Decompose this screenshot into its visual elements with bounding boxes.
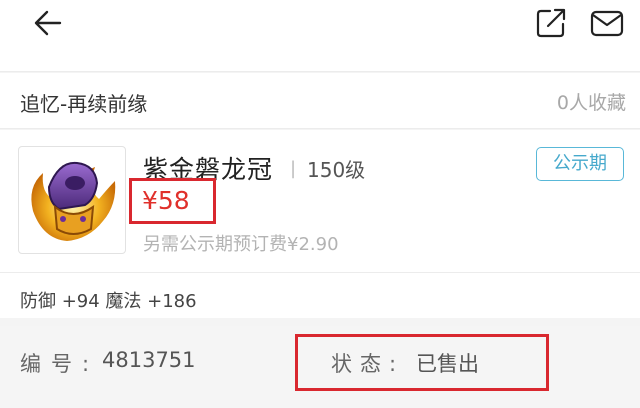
id-value: 4813751	[102, 348, 196, 372]
item-attributes: 防御 +94 魔法 +186	[20, 291, 197, 312]
status-value: 已售出	[416, 352, 479, 376]
attributes-row: 防御 +94 魔法 +186	[0, 272, 640, 318]
item-level: 150级	[307, 158, 366, 182]
id-label: 编号:	[20, 352, 100, 376]
public-phase-badge[interactable]: 公示期	[536, 147, 624, 181]
back-button[interactable]	[28, 6, 72, 42]
server-name: 追忆-再续前缘	[20, 92, 148, 116]
server-row: 追忆-再续前缘 0人收藏	[0, 73, 640, 129]
name-level-separator: |	[290, 158, 297, 179]
favorites-count[interactable]: 0人收藏	[557, 88, 626, 115]
item-card[interactable]: 紫金磐龙冠 | 150级 公示期 ¥58 另需公示期预订费¥2.90	[0, 130, 640, 272]
mail-icon	[590, 10, 624, 37]
mail-button[interactable]	[589, 6, 625, 40]
share-button[interactable]	[534, 6, 570, 40]
status-label: 状态:	[331, 352, 405, 376]
top-nav-bar	[0, 0, 640, 72]
item-detail-page: 追忆-再续前缘 0人收藏 紫金磐龙冠 | 150级 公示期 ¥58 另需公示期预…	[0, 0, 640, 408]
info-row: 编号: 4813751 状态: 已售出	[0, 326, 640, 408]
deposit-note: 另需公示期预订费¥2.90	[143, 234, 339, 255]
item-price: ¥58	[142, 186, 190, 215]
purple-gold-dragon-crown-icon	[31, 161, 116, 241]
arrow-left-icon	[34, 10, 62, 36]
item-image[interactable]	[18, 146, 126, 254]
share-external-icon	[536, 8, 566, 38]
